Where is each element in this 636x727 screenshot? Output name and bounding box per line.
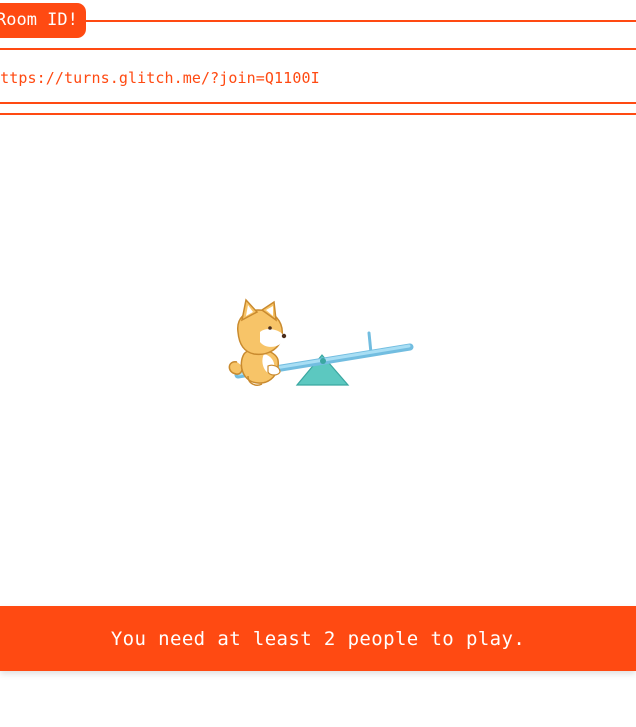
waiting-illustration — [222, 292, 418, 392]
room-id-divider — [0, 20, 636, 22]
join-url-text[interactable]: https://turns.glitch.me/?join=Q1100I — [0, 50, 320, 102]
dog-eye — [268, 326, 272, 330]
app-root: Room ID! https://turns.glitch.me/?join=Q… — [0, 0, 636, 727]
url-divider — [0, 113, 636, 115]
shiba-seesaw-icon — [228, 298, 414, 386]
join-url-field[interactable]: https://turns.glitch.me/?join=Q1100I — [0, 48, 636, 104]
seesaw-pivot — [320, 358, 326, 364]
status-message: You need at least 2 people to play. — [110, 628, 526, 650]
dog-tail — [228, 361, 243, 375]
status-banner: You need at least 2 people to play. — [0, 606, 636, 671]
dog-nose — [281, 333, 287, 339]
room-id-badge: Room ID! — [0, 3, 86, 38]
